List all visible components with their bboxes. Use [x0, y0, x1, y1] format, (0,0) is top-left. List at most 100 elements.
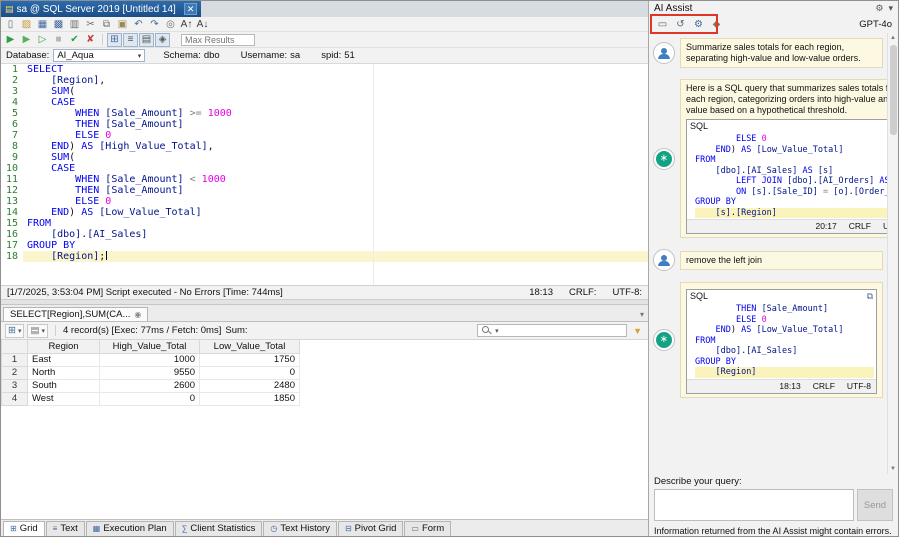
editor-line-10[interactable]: 10 CASE — [1, 163, 648, 174]
editor-line-12[interactable]: 12 THEN [Sale_Amount] — [1, 185, 648, 196]
new-conversation-icon[interactable]: ▭ — [655, 18, 670, 31]
execution-status-message: [1/7/2025, 3:53:04 PM] Script executed -… — [7, 287, 513, 298]
cut-icon[interactable]: ✂ — [83, 18, 98, 31]
query-input[interactable] — [654, 489, 854, 521]
execute-explain-icon[interactable]: ▷ — [35, 33, 50, 46]
new-file-icon[interactable]: ▯ — [3, 18, 18, 31]
editor-line-5[interactable]: 5 WHEN [Sale_Amount] >= 1000 — [1, 108, 648, 119]
row-number[interactable]: 1 — [2, 353, 28, 366]
editor-line-2[interactable]: 2 [Region], — [1, 75, 648, 86]
editor-line-8[interactable]: 8 END) AS [High_Value_Total], — [1, 141, 648, 152]
table-row[interactable]: 3South26002480 — [2, 379, 300, 392]
sql-code[interactable]: THEN [Sale_Amount] ELSE 0 END) AS [Low_V… — [687, 303, 876, 379]
grid-cell[interactable]: 9550 — [100, 366, 200, 379]
grid-view-icon[interactable]: ⊞▾ — [5, 324, 24, 338]
bottom-tab-client-statistics[interactable]: ∑Client Statistics — [175, 521, 263, 536]
results-menu-icon[interactable]: ▾ — [636, 310, 648, 321]
bottom-tab-grid[interactable]: ⊞Grid — [3, 521, 45, 536]
copy-icon[interactable]: ⧉ — [99, 18, 114, 31]
sql-editor[interactable]: 1SELECT2 [Region],3 SUM(4 CASE5 WHEN [Sa… — [1, 64, 648, 286]
grid-cell[interactable]: 1000 — [100, 353, 200, 366]
send-button[interactable]: Send — [857, 489, 893, 521]
line-number: 12 — [1, 185, 23, 196]
database-select[interactable]: AI_Aqua ▾ — [53, 49, 145, 62]
filter-icon[interactable]: ▼ — [631, 326, 644, 336]
grid-cell[interactable]: North — [28, 366, 100, 379]
editor-line-4[interactable]: 4 CASE — [1, 97, 648, 108]
result-set-tab[interactable]: SELECT[Region],SUM(CA... ◉ — [3, 307, 148, 321]
grid-cell[interactable]: 1850 — [200, 392, 300, 405]
grid-cell[interactable]: South — [28, 379, 100, 392]
table-row[interactable]: 4West01850 — [2, 392, 300, 405]
close-tab-icon[interactable]: ✕ — [184, 3, 198, 15]
editor-line-17[interactable]: 17GROUP BY — [1, 240, 648, 251]
scroll-down-icon[interactable]: ▼ — [890, 464, 896, 474]
pin-icon[interactable]: ◉ — [134, 310, 141, 319]
paste-icon[interactable]: ▣ — [115, 18, 130, 31]
save-icon[interactable]: ▦ — [35, 18, 50, 31]
editor-line-14[interactable]: 14 END) AS [Low_Value_Total] — [1, 207, 648, 218]
save-all-icon[interactable]: ▩ — [51, 18, 66, 31]
bottom-tab-text-history[interactable]: ◷Text History — [263, 521, 337, 536]
row-number[interactable]: 2 — [2, 366, 28, 379]
editor-line-9[interactable]: 9 SUM( — [1, 152, 648, 163]
editor-line-15[interactable]: 15FROM — [1, 218, 648, 229]
commit-icon[interactable]: ✔ — [67, 33, 82, 46]
prompt-templates-icon[interactable]: ◆ — [709, 18, 724, 31]
print-icon[interactable]: ▥ — [67, 18, 82, 31]
grid-cell[interactable]: 2600 — [100, 379, 200, 392]
bottom-tab-form[interactable]: ▭Form — [404, 521, 451, 536]
auto-commit-toggle[interactable]: ◈ — [155, 33, 170, 47]
editor-line-11[interactable]: 11 WHEN [Sale_Amount] < 1000 — [1, 174, 648, 185]
editor-line-1[interactable]: 1SELECT — [1, 64, 648, 75]
row-number[interactable]: 3 — [2, 379, 28, 392]
copy-icon[interactable]: ⧉ — [867, 291, 873, 302]
max-results-input[interactable] — [181, 34, 255, 46]
grid-cell[interactable]: 0 — [100, 392, 200, 405]
editor-line-16[interactable]: 16 [dbo].[AI_Sales] — [1, 229, 648, 240]
scrollbar-thumb[interactable] — [890, 45, 897, 135]
open-folder-icon[interactable]: ▨ — [19, 18, 34, 31]
column-header[interactable]: Low_Value_Total — [200, 340, 300, 353]
grid-cell[interactable]: West — [28, 392, 100, 405]
bottom-tab-pivot-grid[interactable]: ⊟Pivot Grid — [338, 521, 403, 536]
stop-icon[interactable]: ■ — [51, 33, 66, 46]
editor-line-13[interactable]: 13 ELSE 0 — [1, 196, 648, 207]
row-number[interactable]: 4 — [2, 392, 28, 405]
grid-cell[interactable]: 0 — [200, 366, 300, 379]
undo-icon[interactable]: ↶ — [131, 18, 146, 31]
panel-menu-icon[interactable]: ▾ — [888, 3, 893, 14]
rollback-icon[interactable]: ✘ — [83, 33, 98, 46]
ai-settings-icon[interactable]: ⚙ — [691, 18, 706, 31]
editor-line-6[interactable]: 6 THEN [Sale_Amount] — [1, 119, 648, 130]
grid-cell[interactable]: 1750 — [200, 353, 300, 366]
bottom-tab-text[interactable]: ≡Text — [46, 521, 85, 536]
history-icon[interactable]: ↺ — [673, 18, 688, 31]
export-results-icon[interactable]: ▤▾ — [27, 324, 48, 338]
file-results-toggle[interactable]: ▤ — [139, 33, 154, 47]
document-tab[interactable]: ▤ sa @ SQL Server 2019 [Untitled 14] ✕ — [1, 1, 201, 17]
find-icon[interactable]: ◎ — [163, 18, 178, 31]
results-search-input[interactable]: ▾ — [477, 324, 627, 337]
text-results-toggle[interactable]: ≡ — [123, 33, 138, 47]
scroll-up-icon[interactable]: ▲ — [890, 33, 896, 43]
grid-cell[interactable]: East — [28, 353, 100, 366]
chat-scrollbar[interactable]: ▲ ▼ — [887, 33, 898, 474]
execute-current-icon[interactable]: ▶ — [19, 33, 34, 46]
font-increase-icon[interactable]: A↑ — [179, 18, 194, 31]
redo-icon[interactable]: ↷ — [147, 18, 162, 31]
column-header[interactable]: High_Value_Total — [100, 340, 200, 353]
editor-line-7[interactable]: 7 ELSE 0 — [1, 130, 648, 141]
execute-icon[interactable]: ▶ — [3, 33, 18, 46]
panel-settings-icon[interactable]: ⚙ — [875, 3, 883, 14]
editor-line-3[interactable]: 3 SUM( — [1, 86, 648, 97]
grid-cell[interactable]: 2480 — [200, 379, 300, 392]
grid-results-toggle[interactable]: ⊞ — [107, 33, 122, 47]
column-header[interactable]: Region — [28, 340, 100, 353]
editor-line-18[interactable]: 18 [Region]; — [1, 251, 648, 262]
table-row[interactable]: 1East10001750 — [2, 353, 300, 366]
font-decrease-icon[interactable]: A↓ — [195, 18, 210, 31]
table-row[interactable]: 2North95500 — [2, 366, 300, 379]
sql-code[interactable]: ELSE 0 END) AS [Low_Value_Total]FROM [db… — [687, 133, 898, 219]
bottom-tab-execution-plan[interactable]: ▦Execution Plan — [86, 521, 174, 536]
